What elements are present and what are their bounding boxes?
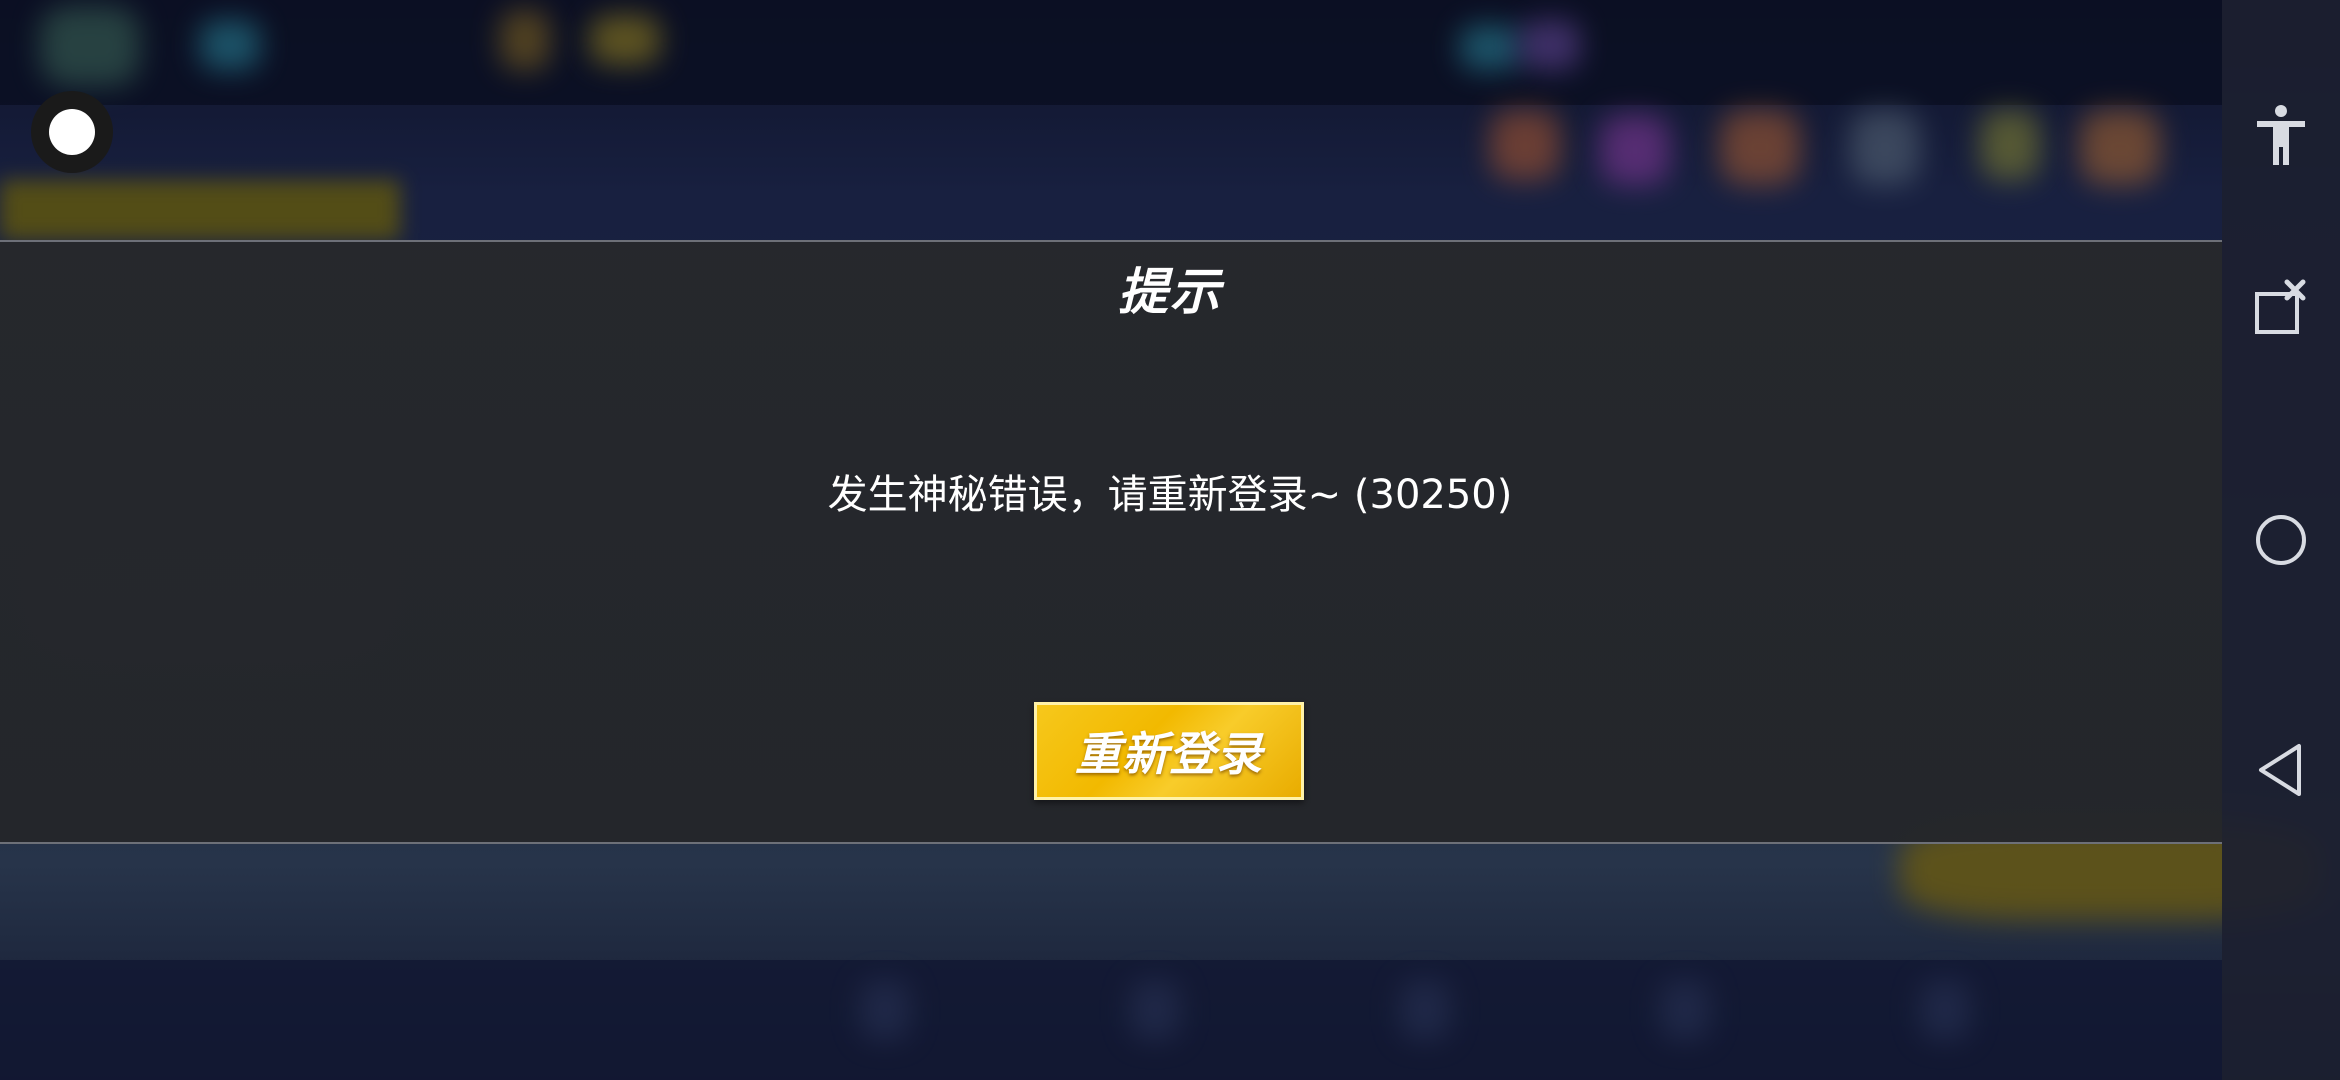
background-icon	[1850, 110, 1920, 185]
background-icon	[1600, 115, 1670, 185]
back-button[interactable]	[2222, 720, 2340, 820]
background-icon	[590, 15, 660, 65]
close-app-icon	[2255, 279, 2306, 334]
background-icon	[1980, 110, 2040, 180]
background-icon	[1920, 980, 1970, 1040]
record-dot-icon	[49, 109, 95, 155]
background-avatar	[40, 6, 140, 86]
home-icon	[2256, 515, 2306, 565]
background-banner	[0, 180, 400, 240]
background-icon	[1460, 25, 1520, 70]
back-icon	[2259, 744, 2301, 796]
background-icon	[1720, 110, 1800, 185]
floating-record-button[interactable]	[31, 91, 113, 173]
background-bottom-bar	[0, 960, 2222, 1080]
close-app-button[interactable]	[2222, 258, 2340, 358]
relogin-button[interactable]: 重新登录	[1034, 702, 1304, 800]
background-top-bar	[0, 0, 2222, 105]
background-icon	[860, 980, 910, 1040]
background-icon	[1660, 980, 1710, 1040]
background-icon	[1130, 980, 1180, 1040]
background-icon	[500, 10, 550, 70]
background-icon	[1400, 980, 1450, 1040]
home-button[interactable]	[2222, 490, 2340, 590]
game-screen: 提示 发生神秘错误，请重新登录~ (30250) 重新登录	[0, 0, 2340, 1080]
dialog-message: 发生神秘错误，请重新登录~ (30250)	[827, 472, 1513, 518]
accessibility-icon	[2257, 105, 2305, 165]
background-icon	[200, 20, 260, 70]
accessibility-button[interactable]	[2222, 85, 2340, 185]
dialog-title: 提示	[1118, 263, 1222, 321]
background-icon	[2080, 110, 2160, 185]
relogin-button-label: 重新登录	[1075, 727, 1263, 781]
background-icon	[1520, 20, 1580, 70]
background-icon	[1490, 110, 1560, 180]
